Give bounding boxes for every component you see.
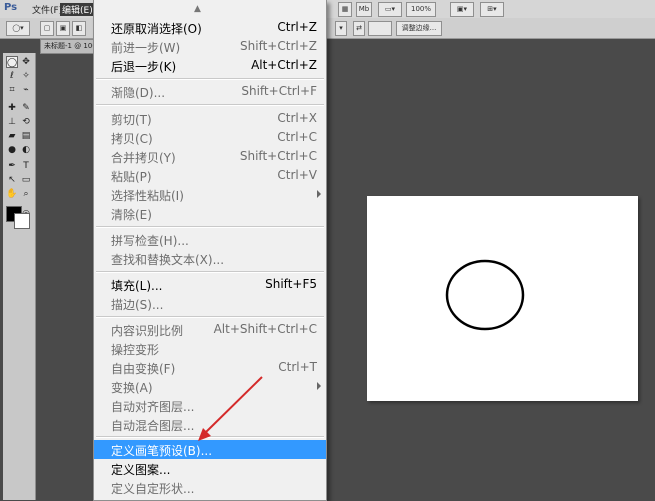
annotation-arrow-line [204,376,263,434]
annotation-arrow-overlay [198,376,263,441]
